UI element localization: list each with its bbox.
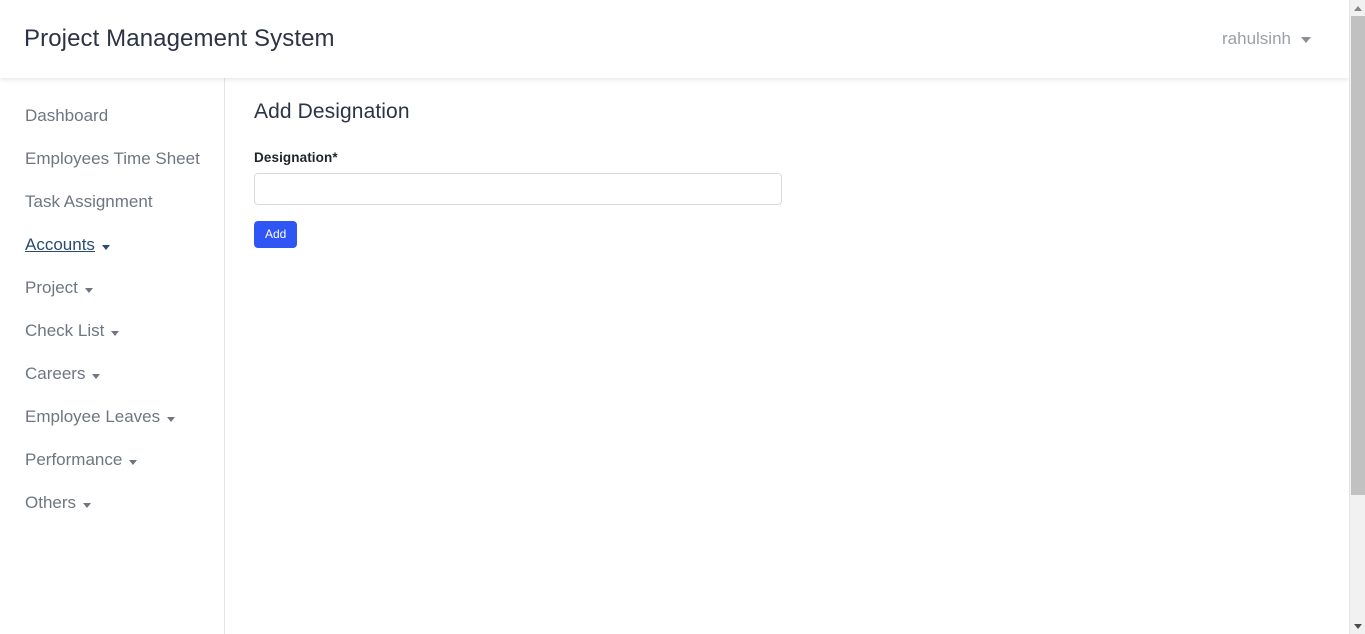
sidebar-item-label: Others <box>25 493 77 512</box>
scroll-up-button[interactable] <box>1350 0 1365 16</box>
sidebar-item-employees-time-sheet[interactable]: Employees Time Sheet <box>0 148 224 170</box>
sidebar-item-careers[interactable]: Careers <box>0 363 224 385</box>
page-title: Add Designation <box>254 100 410 123</box>
sidebar-item-label: Employee Leaves <box>25 407 161 426</box>
sidebar-item-label: Careers <box>25 364 86 383</box>
sidebar-item-performance[interactable]: Performance <box>0 449 224 471</box>
sidebar-item-label: Employees Time Sheet <box>25 149 200 168</box>
body-wrapper: Dashboard Employees Time Sheet Task Assi… <box>0 78 1349 634</box>
designation-label: Designation* <box>254 150 338 165</box>
add-button[interactable]: Add <box>254 221 298 249</box>
chevron-down-icon <box>92 373 101 379</box>
sidebar: Dashboard Employees Time Sheet Task Assi… <box>0 78 225 634</box>
chevron-down-icon <box>83 502 92 508</box>
sidebar-item-accounts[interactable]: Accounts <box>0 234 224 256</box>
user-menu-dropdown[interactable]: rahulsinh <box>1222 29 1311 49</box>
sidebar-item-label: Dashboard <box>25 106 109 125</box>
caret-up-icon <box>1354 5 1362 11</box>
designation-input[interactable] <box>254 173 782 205</box>
chevron-down-icon <box>129 459 138 465</box>
app-title: Project Management System <box>24 25 335 52</box>
add-designation-form: Designation* Add <box>254 150 1349 249</box>
sidebar-item-employee-leaves[interactable]: Employee Leaves <box>0 406 224 428</box>
vertical-scrollbar[interactable] <box>1349 0 1365 634</box>
sidebar-item-project[interactable]: Project <box>0 277 224 299</box>
sidebar-item-label: Task Assignment <box>25 192 153 211</box>
chevron-down-icon <box>1301 37 1311 43</box>
caret-down-icon <box>1354 623 1362 629</box>
sidebar-item-label: Project <box>25 278 78 297</box>
app-root: Project Management System rahulsinh Dash… <box>0 0 1365 634</box>
sidebar-item-label: Performance <box>25 450 123 469</box>
sidebar-item-task-assignment[interactable]: Task Assignment <box>0 191 224 213</box>
chevron-down-icon <box>101 244 110 250</box>
sidebar-item-others[interactable]: Others <box>0 492 224 514</box>
chevron-down-icon <box>111 330 120 336</box>
main-content: Add Designation Designation* Add <box>225 78 1349 634</box>
sidebar-item-dashboard[interactable]: Dashboard <box>0 105 224 127</box>
chevron-down-icon <box>167 416 176 422</box>
top-navbar: Project Management System rahulsinh <box>0 0 1349 78</box>
user-menu-label: rahulsinh <box>1222 29 1291 48</box>
scroll-down-button[interactable] <box>1350 618 1365 634</box>
scrollbar-thumb[interactable] <box>1351 16 1365 495</box>
sidebar-item-check-list[interactable]: Check List <box>0 320 224 342</box>
chevron-down-icon <box>84 287 93 293</box>
sidebar-item-label: Accounts <box>25 235 95 254</box>
sidebar-item-label: Check List <box>25 321 105 340</box>
page-viewport: Project Management System rahulsinh Dash… <box>0 0 1349 634</box>
